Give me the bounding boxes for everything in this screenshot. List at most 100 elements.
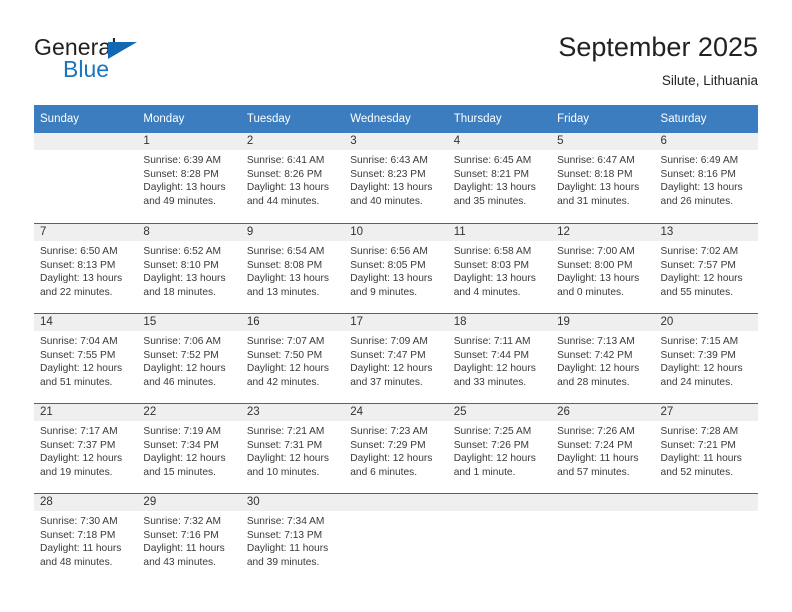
calendar-day-cell[interactable]: 24 Sunrise: 7:23 AM Sunset: 7:29 PM Dayligh… — [344, 403, 448, 493]
day-daylight1-text: Daylight: 12 hours — [453, 453, 536, 465]
calendar-day-cell[interactable]: 14 Sunrise: 7:04 AM Sunset: 7:55 PM Dayligh… — [34, 313, 138, 403]
calendar-day-cell[interactable]: 18 Sunrise: 7:11 AM Sunset: 7:44 PM Dayligh… — [447, 313, 552, 403]
calendar-day-cell[interactable]: 15 Sunrise: 7:06 AM Sunset: 7:52 PM Dayligh… — [137, 313, 241, 403]
day-daylight2-text: and 15 minutes. — [143, 466, 216, 478]
day-daylight1-text: Daylight: 12 hours — [453, 363, 536, 375]
day-details: Sunrise: 7:26 AM Sunset: 7:24 PM Daylight:… — [551, 421, 654, 479]
day-sunset-text: Sunset: 8:08 PM — [246, 259, 323, 271]
day-sunset-text: Sunset: 7:57 PM — [660, 259, 736, 271]
day-sunrise-text: Sunrise: 7:09 AM — [350, 336, 428, 347]
calendar-day-cell[interactable]: 23 Sunrise: 7:21 AM Sunset: 7:31 PM Dayligh… — [240, 403, 345, 493]
day-cell-inner: 14 Sunrise: 7:04 AM Sunset: 7:55 PM Dayligh… — [34, 313, 138, 403]
day-number: 4 — [447, 133, 552, 150]
day-daylight1-text: Daylight: 13 hours — [246, 273, 329, 285]
day-details: Sunrise: 7:15 AM Sunset: 7:39 PM Daylight:… — [655, 331, 758, 389]
calendar-week-row: 21 Sunrise: 7:17 AM Sunset: 7:37 PM Dayligh… — [34, 403, 758, 493]
day-sunrise-text: Sunrise: 6:58 AM — [453, 246, 532, 257]
calendar-day-cell[interactable]: 7 Sunrise: 6:50 AM Sunset: 8:13 PM Daylight… — [34, 223, 138, 313]
day-daylight2-text: and 42 minutes. — [246, 376, 320, 388]
day-daylight2-text: and 22 minutes. — [40, 286, 113, 298]
day-cell-inner: 26 Sunrise: 7:26 AM Sunset: 7:24 PM Dayligh… — [551, 403, 655, 493]
day-number: 5 — [551, 133, 655, 150]
day-number: 30 — [240, 494, 345, 511]
day-details: Sunrise: 7:30 AM Sunset: 7:18 PM Daylight:… — [34, 511, 137, 569]
day-cell-inner: 28 Sunrise: 7:30 AM Sunset: 7:18 PM Dayligh… — [34, 493, 138, 583]
day-sunrise-text: Sunrise: 7:13 AM — [557, 336, 635, 347]
calendar-day-cell[interactable]: 5 Sunrise: 6:47 AM Sunset: 8:18 PM Daylight… — [551, 133, 655, 223]
day-number: 2 — [240, 133, 345, 150]
day-details: Sunrise: 7:06 AM Sunset: 7:52 PM Daylight:… — [137, 331, 240, 389]
calendar-day-cell[interactable]: 3 Sunrise: 6:43 AM Sunset: 8:23 PM Daylight… — [344, 133, 448, 223]
day-cell-inner: 6 Sunrise: 6:49 AM Sunset: 8:16 PM Daylight… — [654, 133, 758, 223]
day-number: 23 — [240, 404, 345, 421]
day-number: 8 — [137, 224, 241, 241]
calendar-week-row: 1 Sunrise: 6:39 AM Sunset: 8:28 PM Daylight… — [34, 133, 758, 223]
calendar-day-cell[interactable]: 9 Sunrise: 6:54 AM Sunset: 8:08 PM Daylight… — [240, 223, 345, 313]
calendar-day-cell[interactable]: 12 Sunrise: 7:00 AM Sunset: 8:00 PM Dayligh… — [551, 223, 655, 313]
day-cell-inner: 19 Sunrise: 7:13 AM Sunset: 7:42 PM Dayligh… — [551, 313, 655, 403]
calendar-day-cell[interactable]: 16 Sunrise: 7:07 AM Sunset: 7:50 PM Dayligh… — [240, 313, 345, 403]
calendar-day-cell[interactable]: 8 Sunrise: 6:52 AM Sunset: 8:10 PM Daylight… — [137, 223, 241, 313]
day-sunset-text: Sunset: 8:00 PM — [557, 259, 633, 271]
day-number: 18 — [447, 314, 552, 331]
day-sunrise-text: Sunrise: 7:06 AM — [143, 336, 222, 347]
day-sunrise-text: Sunrise: 7:32 AM — [143, 516, 222, 527]
day-cell-inner: 17 Sunrise: 7:09 AM Sunset: 7:47 PM Dayligh… — [344, 313, 448, 403]
day-cell-inner: 5 Sunrise: 6:47 AM Sunset: 8:18 PM Daylight… — [551, 133, 655, 223]
day-sunrise-text: Sunrise: 6:49 AM — [660, 155, 739, 166]
calendar-day-cell[interactable]: 6 Sunrise: 6:49 AM Sunset: 8:16 PM Daylight… — [654, 133, 758, 223]
day-number: 26 — [551, 404, 655, 421]
page-header: General Blue September 2025 Silute, Lith… — [34, 30, 758, 100]
day-number: 22 — [137, 404, 241, 421]
calendar-day-cell[interactable]: 27 Sunrise: 7:28 AM Sunset: 7:21 PM Dayligh… — [654, 403, 758, 493]
calendar-day-cell[interactable]: 21 Sunrise: 7:17 AM Sunset: 7:37 PM Dayligh… — [34, 403, 138, 493]
calendar-day-cell[interactable]: 28 Sunrise: 7:30 AM Sunset: 7:18 PM Dayligh… — [34, 493, 138, 583]
day-daylight1-text: Daylight: 13 hours — [453, 182, 536, 194]
calendar-day-cell[interactable]: 17 Sunrise: 7:09 AM Sunset: 7:47 PM Dayligh… — [344, 313, 448, 403]
calendar-day-cell[interactable]: 29 Sunrise: 7:32 AM Sunset: 7:16 PM Dayligh… — [137, 493, 241, 583]
day-details: Sunrise: 7:00 AM Sunset: 8:00 PM Daylight:… — [551, 241, 654, 299]
day-daylight1-text: Daylight: 11 hours — [40, 543, 122, 555]
day-daylight1-text: Daylight: 13 hours — [453, 273, 536, 285]
weekday-header-friday: Friday — [551, 105, 655, 133]
day-daylight1-text: Daylight: 13 hours — [350, 182, 433, 194]
calendar-day-cell[interactable]: 25 Sunrise: 7:25 AM Sunset: 7:26 PM Dayligh… — [447, 403, 552, 493]
calendar-day-cell[interactable]: 22 Sunrise: 7:19 AM Sunset: 7:34 PM Dayligh… — [137, 403, 241, 493]
calendar-day-cell[interactable]: 10 Sunrise: 6:56 AM Sunset: 8:05 PM Dayligh… — [344, 223, 448, 313]
day-sunrise-text: Sunrise: 6:45 AM — [453, 155, 532, 166]
day-daylight2-text: and 46 minutes. — [143, 376, 216, 388]
general-blue-logo[interactable]: General Blue — [34, 34, 254, 92]
day-details: Sunrise: 7:04 AM Sunset: 7:55 PM Daylight:… — [34, 331, 137, 389]
calendar-page: General Blue September 2025 Silute, Lith… — [0, 0, 792, 612]
day-daylight1-text: Daylight: 12 hours — [350, 453, 433, 465]
day-sunset-text: Sunset: 7:26 PM — [453, 439, 530, 451]
day-cell-inner: 20 Sunrise: 7:15 AM Sunset: 7:39 PM Dayligh… — [654, 313, 758, 403]
calendar-day-cell[interactable]: 26 Sunrise: 7:26 AM Sunset: 7:24 PM Dayligh… — [551, 403, 655, 493]
calendar-day-cell[interactable]: 2 Sunrise: 6:41 AM Sunset: 8:26 PM Daylight… — [240, 133, 345, 223]
day-daylight2-text: and 44 minutes. — [246, 195, 320, 207]
calendar-day-cell[interactable]: 4 Sunrise: 6:45 AM Sunset: 8:21 PM Daylight… — [447, 133, 552, 223]
weekday-header-sunday: Sunday — [34, 105, 138, 133]
weekday-header-thursday: Thursday — [447, 105, 552, 133]
day-details: Sunrise: 6:47 AM Sunset: 8:18 PM Daylight:… — [551, 150, 654, 208]
day-sunset-text: Sunset: 7:34 PM — [143, 439, 219, 451]
day-number: 1 — [137, 133, 241, 150]
day-cell-inner: 22 Sunrise: 7:19 AM Sunset: 7:34 PM Dayligh… — [137, 403, 241, 493]
day-daylight2-text: and 18 minutes. — [143, 286, 216, 298]
calendar-day-cell[interactable]: 19 Sunrise: 7:13 AM Sunset: 7:42 PM Dayligh… — [551, 313, 655, 403]
calendar-day-cell[interactable]: 13 Sunrise: 7:02 AM Sunset: 7:57 PM Dayligh… — [654, 223, 758, 313]
day-cell-inner: 7 Sunrise: 6:50 AM Sunset: 8:13 PM Daylight… — [34, 223, 138, 313]
calendar-day-cell[interactable]: 30 Sunrise: 7:34 AM Sunset: 7:13 PM Dayligh… — [240, 493, 345, 583]
calendar-day-cell[interactable]: 1 Sunrise: 6:39 AM Sunset: 8:28 PM Daylight… — [137, 133, 241, 223]
day-number: 6 — [654, 133, 758, 150]
day-cell-inner: 16 Sunrise: 7:07 AM Sunset: 7:50 PM Dayligh… — [240, 313, 345, 403]
day-sunrise-text: Sunrise: 6:56 AM — [350, 246, 428, 257]
day-daylight2-text: and 6 minutes. — [350, 466, 418, 478]
day-cell-inner: 12 Sunrise: 7:00 AM Sunset: 8:00 PM Dayligh… — [551, 223, 655, 313]
calendar-day-cell[interactable]: 11 Sunrise: 6:58 AM Sunset: 8:03 PM Dayligh… — [447, 223, 552, 313]
day-sunrise-text: Sunrise: 7:02 AM — [660, 246, 739, 257]
day-cell-inner: 9 Sunrise: 6:54 AM Sunset: 8:08 PM Daylight… — [240, 223, 345, 313]
day-details: Sunrise: 6:54 AM Sunset: 8:08 PM Daylight:… — [241, 241, 344, 299]
calendar-day-cell[interactable]: 20 Sunrise: 7:15 AM Sunset: 7:39 PM Dayligh… — [654, 313, 758, 403]
day-number: 20 — [654, 314, 758, 331]
